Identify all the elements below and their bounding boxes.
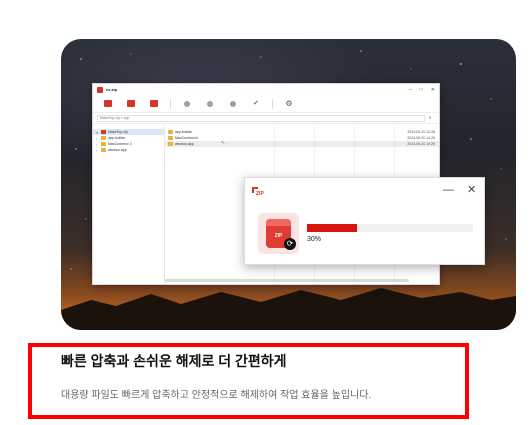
folder-icon: [168, 130, 173, 134]
zip-extract-here-icon[interactable]: [203, 99, 217, 108]
zip-logo-icon: ZIP: [252, 187, 264, 198]
zip-file-icon: [101, 130, 106, 134]
file-name: app-builder: [175, 130, 193, 134]
toolbar: ✔ ⚙: [93, 95, 439, 113]
zip-archive-icon: ZIP ⟳: [258, 213, 299, 254]
title-bar: ez-zip – □ ✕: [93, 84, 439, 95]
gear-icon[interactable]: ⚙: [282, 99, 296, 108]
folder-icon: [101, 136, 106, 140]
feature-heading: 빠른 압축과 손쉬운 해제로 더 간편하게: [61, 353, 287, 369]
minimize-button[interactable]: –: [409, 87, 412, 93]
tree-item[interactable]: › window-app: [93, 147, 164, 153]
folder-icon: [168, 142, 173, 146]
zip-save-icon[interactable]: [124, 99, 138, 108]
tree-item-label: MakeTop.zip: [108, 130, 128, 134]
file-date: 2024-06-20 10:26: [407, 130, 435, 134]
toolbar-divider: [272, 98, 273, 109]
file-date: 2024-06-20 10:26: [407, 142, 435, 146]
file-name: MacCommon4: [175, 136, 198, 140]
feature-description: 대용량 파일도 빠르게 압축하고 안정적으로 해제하여 작업 효율을 높입니다.: [61, 390, 372, 401]
folder-tree: ▾ MakeTop.zip › app-builder › MacCommon …: [93, 126, 165, 284]
check-icon[interactable]: ✔: [249, 99, 263, 108]
folder-icon: [101, 142, 106, 146]
zip-extract-icon[interactable]: [180, 99, 194, 108]
dialog-logo-text: ZIP: [256, 191, 264, 197]
toolbar-divider: [170, 98, 171, 109]
maximize-button[interactable]: □: [420, 87, 423, 93]
zip-test-icon[interactable]: [226, 99, 240, 108]
close-button[interactable]: ✕: [431, 87, 435, 93]
mouse-cursor-icon: ↖: [221, 140, 226, 146]
dialog-close-button[interactable]: ✕: [467, 183, 476, 196]
progress-bar: [307, 224, 473, 232]
tree-item-label: app-builder: [108, 136, 126, 140]
tree-item-label: window-app: [108, 148, 127, 152]
progress-percent: 30%: [307, 236, 322, 243]
zip-pdf-icon[interactable]: [147, 99, 161, 108]
app-logo-icon: [97, 86, 103, 93]
refresh-icon: ⟳: [284, 238, 296, 250]
address-bar: MakeTop.zip > app ⌕: [93, 113, 439, 124]
file-date: 2024-06-20 14:26: [407, 136, 435, 140]
progress-dialog: ZIP — ✕ ZIP ⟳ 30%: [244, 177, 485, 265]
tree-item-label: MacCommon 3: [108, 142, 132, 146]
dialog-minimize-button[interactable]: —: [443, 184, 454, 196]
horizontal-scrollbar[interactable]: [165, 279, 409, 282]
zip-new-icon[interactable]: [101, 99, 115, 108]
file-name: window-app: [175, 142, 194, 146]
search-icon[interactable]: ⌕: [425, 115, 435, 121]
address-path[interactable]: MakeTop.zip > app: [97, 114, 425, 122]
progress-bar-fill: [307, 224, 357, 232]
file-row[interactable]: window-app 2024-06-20 10:26: [165, 141, 439, 147]
app-title: ez-zip: [106, 87, 118, 92]
folder-icon: [101, 148, 106, 152]
folder-icon: [168, 136, 173, 140]
